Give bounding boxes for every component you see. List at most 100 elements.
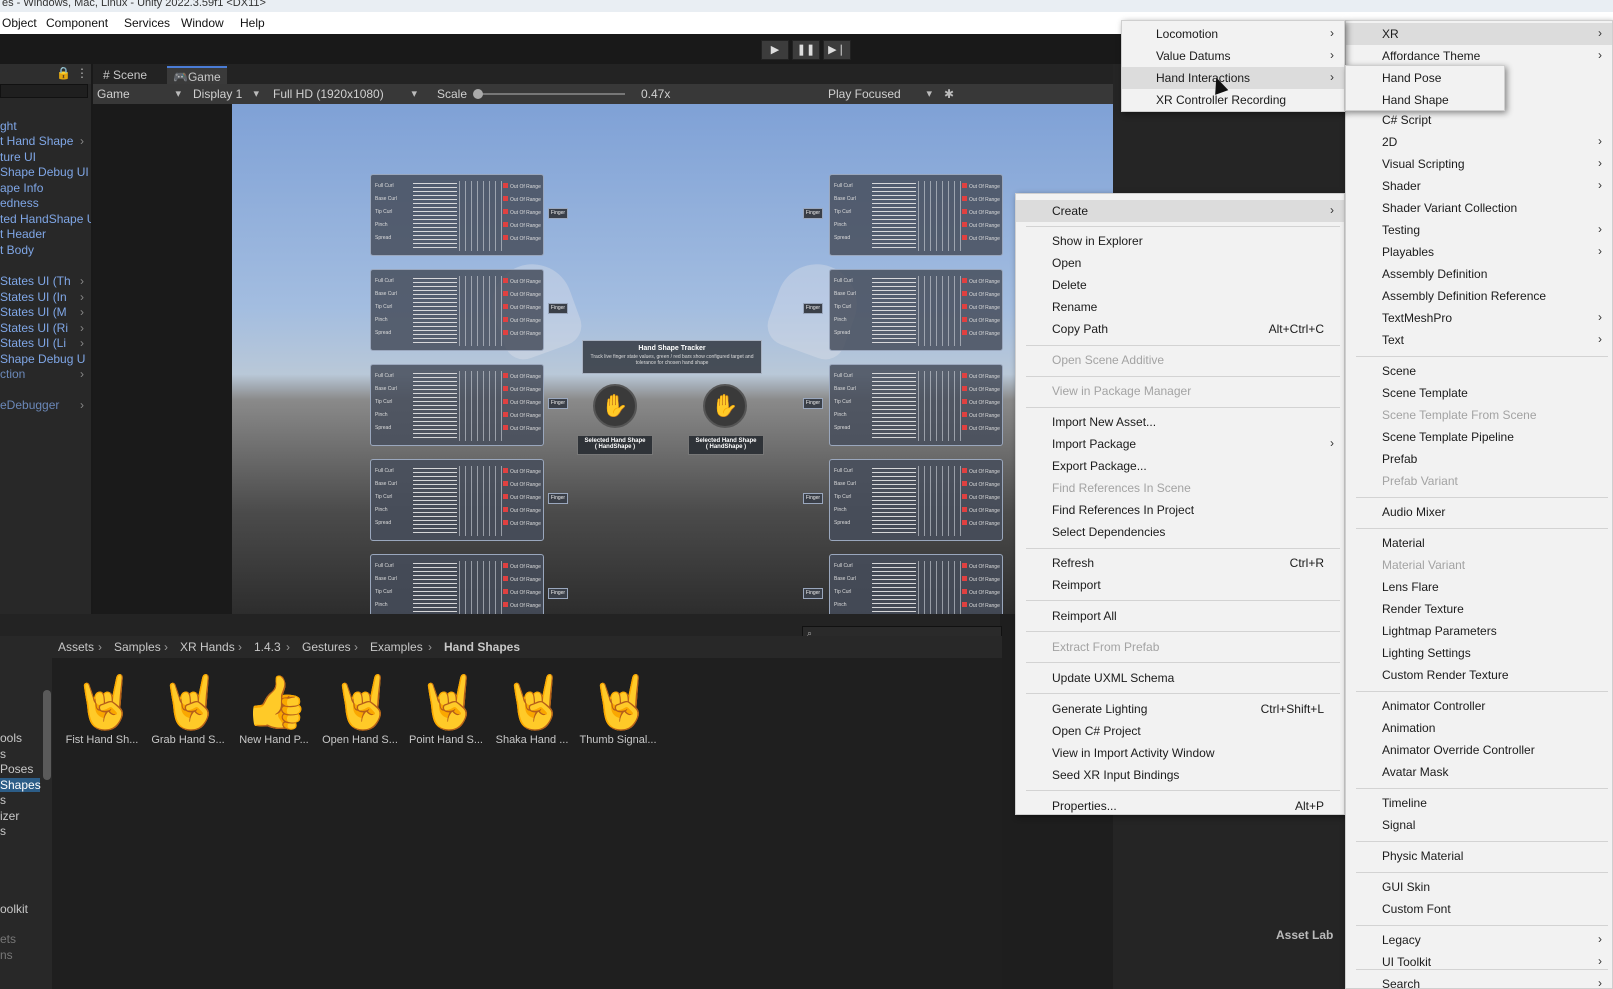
create-item-textmeshpro[interactable]: TextMeshPro › [1346,307,1612,329]
create-item-scene-template[interactable]: Scene Template [1346,382,1612,404]
asset-item[interactable]: 🤘 Open Hand S... [320,672,400,746]
create-item-custom-render-texture[interactable]: Custom Render Texture [1346,664,1612,686]
create-item-testing[interactable]: Testing › [1346,219,1612,241]
folder-item[interactable]: Poses [0,762,33,776]
step-button[interactable]: ▶❘ [823,40,851,60]
folder-item[interactable]: ets [0,932,16,946]
create-item-render-texture[interactable]: Render Texture [1346,598,1612,620]
create-item-playables[interactable]: Playables › [1346,241,1612,263]
bug-icon[interactable]: ✱ [944,87,954,101]
chevron-right-icon[interactable]: › [80,305,84,319]
create-item-avatar-mask[interactable]: Avatar Mask [1346,761,1612,783]
folder-item[interactable]: ools [0,731,22,745]
hierarchy-item[interactable]: Shape Debug U [0,352,85,366]
asset-item[interactable]: 🤘 Shaka Hand ... [492,672,572,746]
create-item-gui-skin[interactable]: GUI Skin [1346,876,1612,898]
chevron-right-icon[interactable]: › [80,274,84,288]
ctx-item-create[interactable]: Create › [1016,200,1344,222]
scale-slider-handle[interactable] [473,89,483,99]
ctx-item-refresh[interactable]: Refresh Ctrl+R [1016,552,1344,574]
create-item-physic-material[interactable]: Physic Material [1346,845,1612,867]
hierarchy-item[interactable]: eDebugger › [0,398,84,412]
hand-item-hand-pose[interactable]: Hand Pose [1346,67,1504,89]
create-item-material[interactable]: Material [1346,532,1612,554]
ctx-item-reimport-all[interactable]: Reimport All [1016,605,1344,627]
create-item-scene[interactable]: Scene [1346,360,1612,382]
ctx-item-seed-xr-input-bindings[interactable]: Seed XR Input Bindings [1016,764,1344,786]
chevron-right-icon[interactable]: › [80,367,84,381]
create-item-visual-scripting[interactable]: Visual Scripting › [1346,153,1612,175]
hierarchy-item[interactable]: edness [0,196,39,210]
play-mode-dropdown[interactable]: Play Focused [828,87,932,101]
breadcrumb-assets[interactable]: Assets [58,640,94,654]
xr-item-xr-controller-recording[interactable]: XR Controller Recording [1122,89,1344,111]
chevron-right-icon[interactable]: › [80,336,84,350]
ctx-item-reimport[interactable]: Reimport [1016,574,1344,596]
xr-item-locomotion[interactable]: Locomotion › [1122,23,1344,45]
folder-tree-scrollbar[interactable] [43,690,51,780]
play-button[interactable]: ▶ [761,40,789,60]
breadcrumb-gestures[interactable]: Gestures [302,640,351,654]
xr-item-hand-interactions[interactable]: Hand Interactions › [1122,67,1344,89]
chevron-right-icon[interactable]: › [80,321,84,335]
asset-item[interactable]: 🤘 Fist Hand Sh... [62,672,142,746]
ctx-item-delete[interactable]: Delete [1016,274,1344,296]
game-mode-dropdown[interactable]: Game [97,87,181,101]
folder-item-selected[interactable]: Shapes [0,778,41,792]
ctx-item-open-c-project[interactable]: Open C# Project [1016,720,1344,742]
ctx-item-properties[interactable]: Properties... Alt+P [1016,795,1344,817]
menu-component[interactable]: Component [46,16,108,30]
create-item-custom-font[interactable]: Custom Font [1346,898,1612,920]
folder-item[interactable]: s [0,747,6,761]
ctx-item-copy-path[interactable]: Copy Path Alt+Ctrl+C [1016,318,1344,340]
ctx-item-show-in-explorer[interactable]: Show in Explorer [1016,230,1344,252]
ctx-item-open[interactable]: Open [1016,252,1344,274]
create-item-audio-mixer[interactable]: Audio Mixer [1346,501,1612,523]
create-item-search[interactable]: Search › [1346,973,1612,989]
ctx-item-select-dependencies[interactable]: Select Dependencies [1016,521,1344,543]
folder-item[interactable]: s [0,824,6,838]
breadcrumb-hand-shapes[interactable]: Hand Shapes [444,640,520,654]
create-item-2d[interactable]: 2D › [1346,131,1612,153]
create-item-animator-controller[interactable]: Animator Controller [1346,695,1612,717]
create-item-animator-override-controller[interactable]: Animator Override Controller [1346,739,1612,761]
breadcrumb-xr-hands[interactable]: XR Hands [180,640,235,654]
hierarchy-item[interactable]: t Body [0,243,34,257]
xr-item-value-datums[interactable]: Value Datums › [1122,45,1344,67]
menu-services[interactable]: Services [124,16,170,30]
folder-item[interactable]: ns [0,948,13,962]
tab-game[interactable]: 🎮Game [167,66,227,84]
create-item-text[interactable]: Text › [1346,329,1612,351]
asset-item[interactable]: 🤘 Thumb Signal... [578,672,658,746]
hierarchy-item[interactable]: States UI (Th › [0,274,84,288]
chevron-right-icon[interactable]: › [80,134,84,148]
display-dropdown[interactable]: Display 1 [193,87,259,101]
hierarchy-item[interactable]: ght [0,119,17,133]
create-item-lightmap-parameters[interactable]: Lightmap Parameters [1346,620,1612,642]
hierarchy-item[interactable]: t Header [0,227,46,241]
breadcrumb-examples[interactable]: Examples [370,640,423,654]
create-item-lighting-settings[interactable]: Lighting Settings [1346,642,1612,664]
hand-item-hand-shape[interactable]: Hand Shape [1346,89,1504,111]
hierarchy-item[interactable]: States UI (M › [0,305,84,319]
create-item-legacy[interactable]: Legacy › [1346,929,1612,951]
lock-icon[interactable]: 🔒 [56,66,71,80]
hierarchy-item[interactable]: ape Info [0,181,43,195]
hierarchy-item[interactable]: ture UI [0,150,36,164]
folder-item[interactable]: oolkit [0,902,28,916]
create-item-animation[interactable]: Animation [1346,717,1612,739]
create-item-assembly-definition-reference[interactable]: Assembly Definition Reference [1346,285,1612,307]
chevron-right-icon[interactable]: › [80,290,84,304]
hierarchy-item[interactable]: Shape Debug UI [0,165,89,179]
chevron-right-icon[interactable]: › [80,398,84,412]
hierarchy-search[interactable] [0,84,88,98]
ctx-item-generate-lighting[interactable]: Generate Lighting Ctrl+Shift+L [1016,698,1344,720]
hierarchy-item[interactable]: t Hand Shape › [0,134,84,148]
hierarchy-item[interactable]: States UI (In › [0,290,84,304]
create-item-shader[interactable]: Shader › [1346,175,1612,197]
menu-object[interactable]: Object [2,16,37,30]
asset-item[interactable]: 👍 New Hand P... [234,672,314,746]
ctx-item-import-new-asset[interactable]: Import New Asset... [1016,411,1344,433]
ctx-item-export-package[interactable]: Export Package... [1016,455,1344,477]
menu-window[interactable]: Window [181,16,224,30]
